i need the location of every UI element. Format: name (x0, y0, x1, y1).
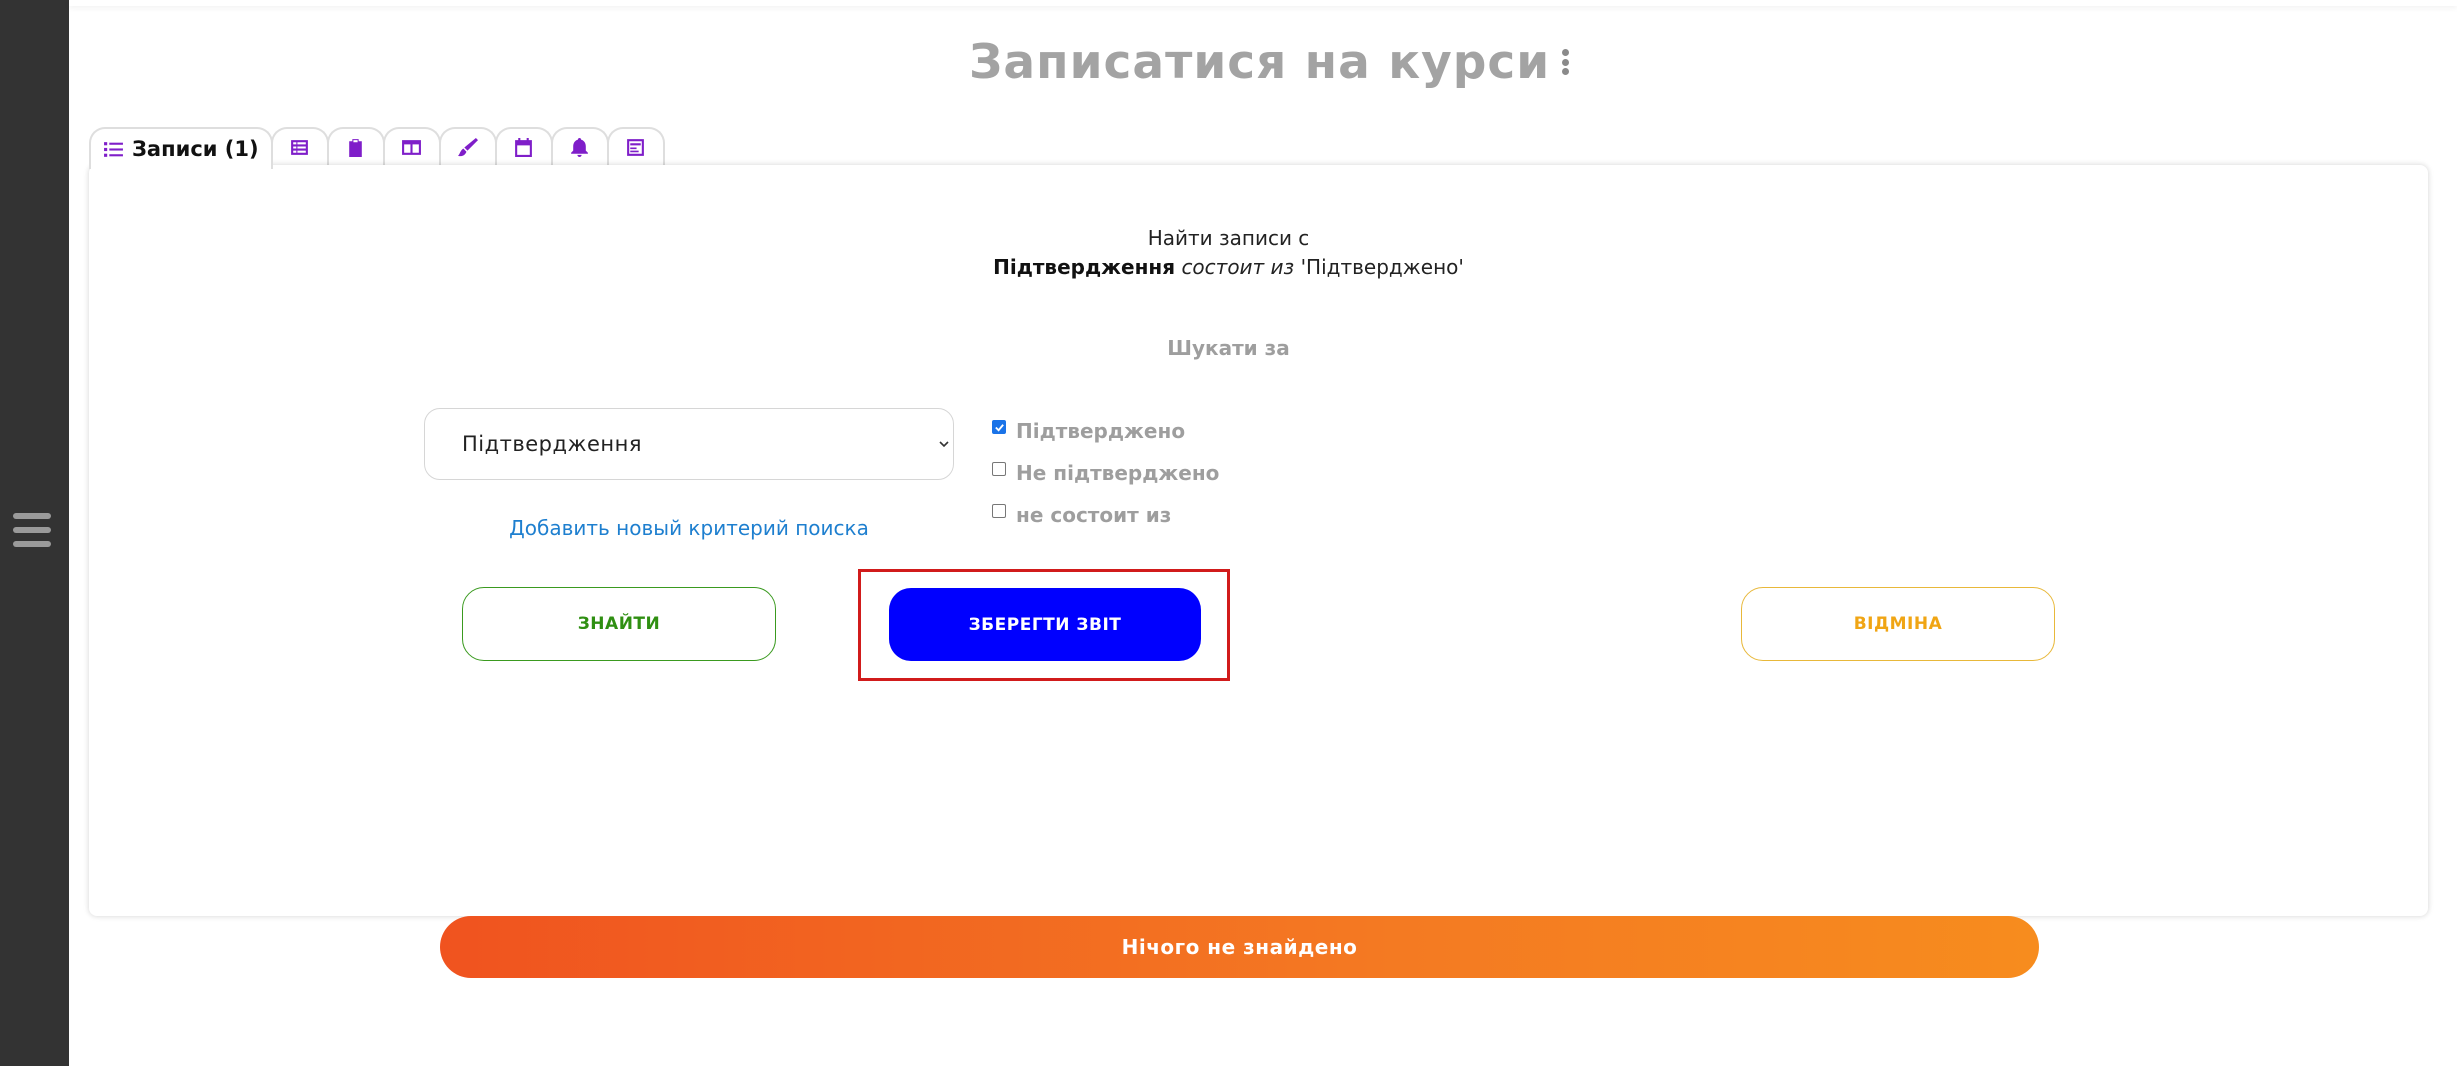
tab-bar: Записи (1) (89, 127, 665, 169)
tab-table-list[interactable] (270, 127, 329, 165)
option-label: не состоит из (1016, 503, 1172, 527)
table-list-icon (291, 139, 309, 155)
option-not-confirmed-checkbox[interactable] (992, 462, 1006, 476)
clipboard-icon (349, 138, 362, 157)
filter-summary-heading: Найти записи с (1147, 226, 1310, 250)
add-criteria-link[interactable]: Добавить новый критерий поиска (424, 516, 954, 540)
page-title-container: Записатися на курси (969, 32, 1570, 92)
filter-summary: Підтвердження состоит из 'Підтверджено' (0, 255, 2457, 279)
kebab-menu-icon[interactable] (1562, 49, 1570, 75)
find-button[interactable]: ЗНАЙТИ (462, 587, 776, 661)
option-label: Не підтверджено (1016, 461, 1220, 485)
option-not-confirmed[interactable]: Не підтверджено (992, 452, 1219, 494)
filter-summary-operator: состоит из (1181, 255, 1295, 279)
filter-summary-value: 'Підтверджено' (1300, 255, 1464, 279)
page-title: Записатися на курси (969, 34, 1551, 90)
criteria-field-select[interactable]: Підтвердження (424, 408, 954, 480)
tab-records[interactable]: Записи (1) (89, 127, 273, 169)
columns-icon (402, 139, 422, 155)
checkmark-icon (994, 423, 1004, 432)
report-icon (627, 138, 645, 156)
option-label: Підтверджено (1016, 419, 1186, 443)
option-not-consist[interactable]: не состоит из (992, 494, 1219, 536)
tab-columns[interactable] (382, 127, 441, 165)
filter-summary-field: Підтвердження (993, 255, 1176, 279)
tab-calendar[interactable] (494, 127, 553, 165)
list-icon (104, 141, 123, 157)
no-results-banner: Нічого не знайдено (440, 916, 2039, 978)
tab-report[interactable] (606, 127, 665, 165)
chevron-down-icon (939, 441, 949, 448)
option-confirmed-checkbox[interactable] (992, 420, 1006, 434)
option-not-consist-checkbox[interactable] (992, 504, 1006, 518)
criteria-field-value: Підтвердження (462, 432, 642, 456)
search-by-label: Шукати за (1167, 336, 1290, 360)
topbar (69, 0, 2457, 6)
tab-clipboard[interactable] (326, 127, 385, 165)
tab-bell[interactable] (550, 127, 609, 165)
cancel-button[interactable]: ВІДМІНА (1741, 587, 2055, 661)
calendar-icon (515, 137, 533, 157)
sidebar (0, 0, 69, 1066)
save-report-button[interactable]: ЗБЕРЕГТИ ЗВІТ (889, 588, 1201, 661)
bell-icon (571, 137, 589, 157)
criteria-options: Підтверджено Не підтверджено не состоит … (992, 410, 1219, 536)
hamburger-menu-icon[interactable] (13, 513, 51, 547)
tab-records-label: Записи (1) (132, 137, 259, 161)
option-confirmed[interactable]: Підтверджено (992, 410, 1219, 452)
tab-brush[interactable] (438, 127, 497, 165)
brush-icon (458, 137, 479, 156)
